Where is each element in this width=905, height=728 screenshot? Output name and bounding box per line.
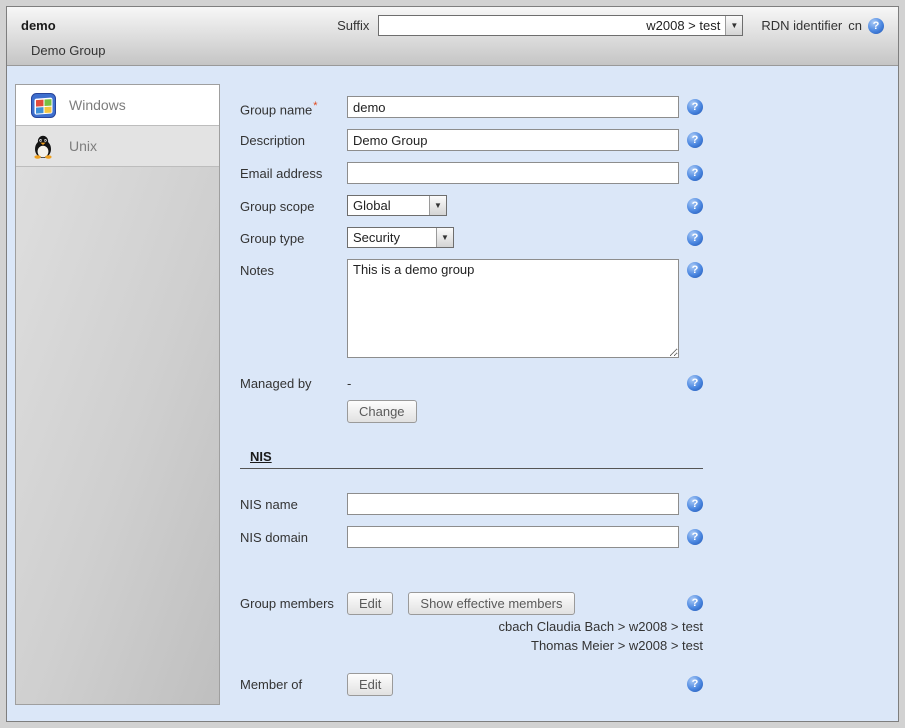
managed-by-value: - [347,372,679,391]
notes-textarea[interactable]: This is a demo group [347,259,679,358]
nis-domain-input[interactable] [347,526,679,548]
group-type-label: Group type [240,227,347,246]
tab-windows[interactable]: Windows [16,85,219,126]
group-type-row: Group type Security ▼ ? [240,227,718,248]
help-icon[interactable]: ? [687,230,703,246]
page-title: demo [21,18,56,33]
group-scope-select[interactable]: Global ▼ [347,195,447,216]
sidebar-panel [16,167,219,704]
group-members-label: Group members [240,592,347,611]
suffix-select-value: w2008 > test [379,16,725,35]
group-name-input[interactable] [347,96,679,118]
email-input[interactable] [347,162,679,184]
group-name-label: Group name* [240,96,347,117]
form-area: Group name* ? Description ? Email addres… [240,84,718,705]
linux-tux-icon [30,134,56,159]
group-type-select[interactable]: Security ▼ [347,227,454,248]
help-icon[interactable]: ? [687,262,703,278]
help-icon[interactable]: ? [868,18,884,34]
group-type-value: Security [348,228,436,247]
group-scope-value: Global [348,196,429,215]
windows-logo-icon [30,93,56,118]
nis-name-label: NIS name [240,493,347,512]
suffix-label: Suffix [337,18,369,33]
nis-name-input[interactable] [347,493,679,515]
rdn-identifier-value: cn [848,18,862,33]
group-member-item: Thomas Meier > w2008 > test [240,638,703,653]
nis-section-header: NIS [240,449,703,469]
help-icon[interactable]: ? [687,99,703,115]
required-marker: * [313,100,317,112]
tab-windows-label: Windows [69,97,126,113]
body: Windows [7,66,898,721]
notes-row: Notes This is a demo group ? [240,259,718,361]
description-label: Description [240,129,347,148]
page-subtitle: Demo Group [31,43,105,58]
help-icon[interactable]: ? [687,529,703,545]
suffix-group: Suffix w2008 > test ▼ [337,15,743,36]
dropdown-arrow-icon: ▼ [436,228,453,247]
description-input[interactable] [347,129,679,151]
group-edit-window: demo Suffix w2008 > test ▼ RDN identifie… [6,6,899,722]
tab-unix-label: Unix [69,138,97,154]
description-row: Description ? [240,129,718,151]
header: demo Suffix w2008 > test ▼ RDN identifie… [7,7,898,66]
group-members-list: cbach Claudia Bach > w2008 > test Thomas… [240,619,703,653]
member-of-edit-button[interactable]: Edit [347,673,393,696]
help-icon[interactable]: ? [687,165,703,181]
notes-label: Notes [240,259,347,278]
help-icon[interactable]: ? [687,375,703,391]
help-icon[interactable]: ? [687,132,703,148]
group-member-item: cbach Claudia Bach > w2008 > test [240,619,703,634]
nis-name-row: NIS name ? [240,493,718,515]
rdn-identifier-label: RDN identifier [761,18,842,33]
help-icon[interactable]: ? [687,198,703,214]
sidebar: Windows [15,84,220,705]
group-scope-row: Group scope Global ▼ ? [240,195,718,216]
member-of-label: Member of [240,673,347,692]
help-icon[interactable]: ? [687,676,703,692]
group-name-row: Group name* ? [240,96,718,118]
group-scope-label: Group scope [240,195,347,214]
group-members-edit-button[interactable]: Edit [347,592,393,615]
suffix-select[interactable]: w2008 > test ▼ [378,15,743,36]
change-button[interactable]: Change [347,400,417,423]
help-icon[interactable]: ? [687,595,703,611]
tab-unix[interactable]: Unix [16,126,219,167]
dropdown-arrow-icon: ▼ [429,196,446,215]
managed-by-row: Managed by - Change ? [240,372,718,423]
rdn-group: RDN identifier cn ? [761,18,884,34]
group-members-row: Group members Edit Show effective member… [240,592,718,615]
email-label: Email address [240,162,347,181]
email-row: Email address ? [240,162,718,184]
dropdown-arrow-icon: ▼ [725,16,742,35]
member-of-row: Member of Edit ? [240,673,718,696]
show-effective-members-button[interactable]: Show effective members [408,592,574,615]
nis-domain-label: NIS domain [240,526,347,545]
managed-by-label: Managed by [240,372,347,391]
nis-domain-row: NIS domain ? [240,526,718,548]
help-icon[interactable]: ? [687,496,703,512]
